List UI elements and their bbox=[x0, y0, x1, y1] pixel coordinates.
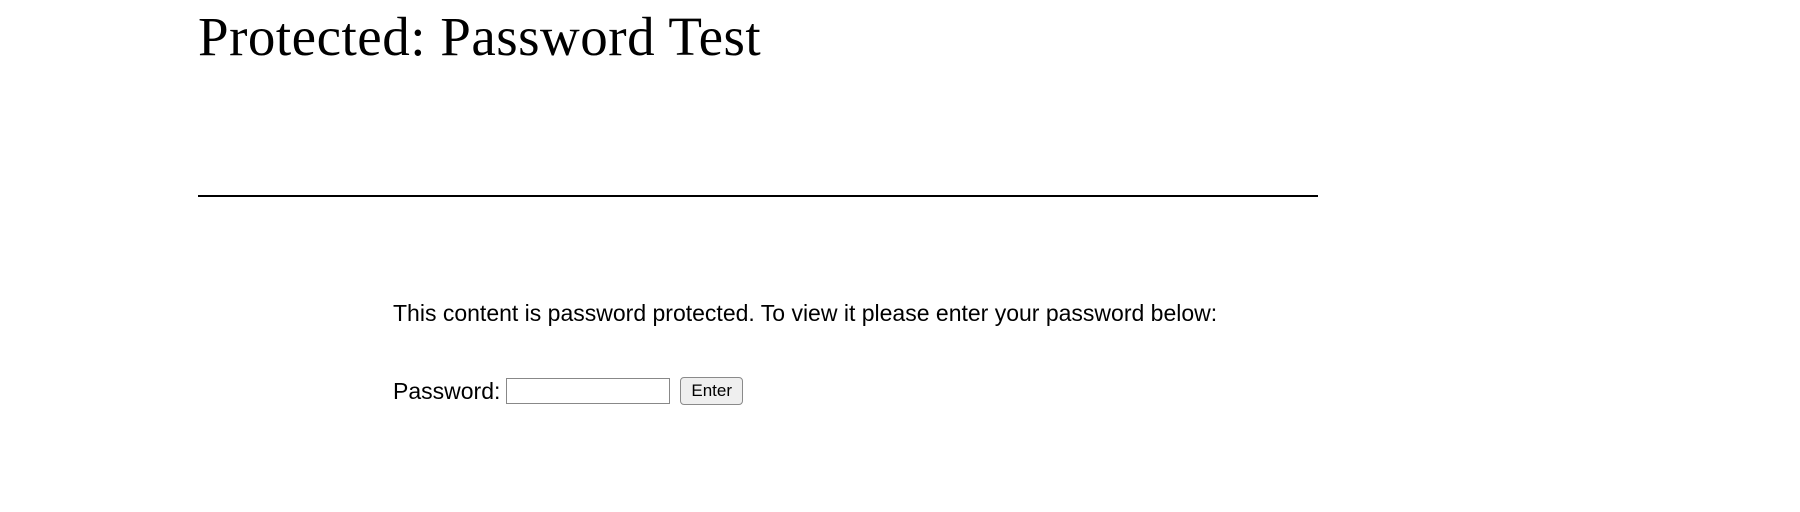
page-title: Protected: Password Test bbox=[198, 4, 1328, 70]
divider bbox=[198, 195, 1318, 197]
password-input[interactable] bbox=[506, 378, 670, 404]
password-prompt-text: This content is password protected. To v… bbox=[393, 297, 1328, 329]
password-label: Password: bbox=[393, 378, 500, 405]
content-area: This content is password protected. To v… bbox=[393, 297, 1328, 405]
password-form-row: Password: Enter bbox=[393, 377, 1328, 405]
enter-button[interactable]: Enter bbox=[680, 377, 743, 405]
